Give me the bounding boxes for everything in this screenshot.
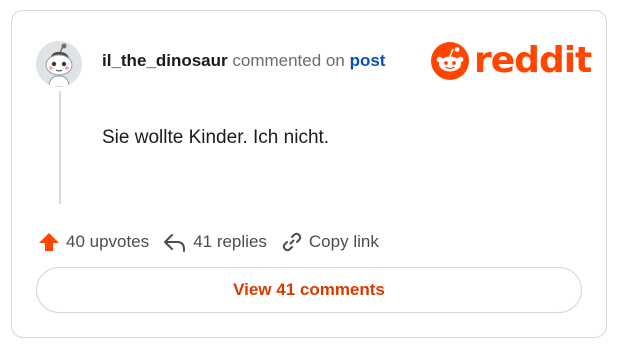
reply-icon — [164, 234, 186, 252]
copy-link-button[interactable]: Copy link — [281, 231, 379, 253]
reddit-wordmark: reddit — [474, 40, 592, 81]
reddit-snoo-icon — [431, 42, 469, 80]
username[interactable]: il_the_dinosaur — [102, 51, 228, 70]
snoo-avatar-icon — [36, 41, 82, 87]
copy-link-label: Copy link — [308, 232, 379, 251]
link-icon — [282, 232, 302, 252]
comment-card: il_the_dinosaur commented on post reddit… — [11, 10, 607, 338]
view-comments-button[interactable]: View 41 comments — [36, 267, 582, 313]
reply-count: 41 replies — [193, 232, 267, 251]
upvote-count: 40 upvotes — [66, 232, 150, 251]
upvote-button[interactable]: 40 upvotes — [38, 231, 149, 253]
comment-header: il_the_dinosaur commented on post — [102, 49, 385, 73]
reply-button[interactable]: 41 replies — [163, 231, 267, 253]
avatar[interactable] — [36, 41, 82, 87]
reddit-logo[interactable]: reddit — [430, 39, 592, 83]
comment-actions: 40 upvotes 41 replies Copy link — [38, 229, 393, 255]
upvote-arrow-icon — [39, 233, 59, 251]
post-link[interactable]: post — [350, 51, 386, 70]
comment-body: Sie wollte Kinder. Ich nicht. — [102, 127, 330, 148]
commented-on-text: commented on — [232, 51, 345, 70]
thread-line — [59, 91, 61, 204]
